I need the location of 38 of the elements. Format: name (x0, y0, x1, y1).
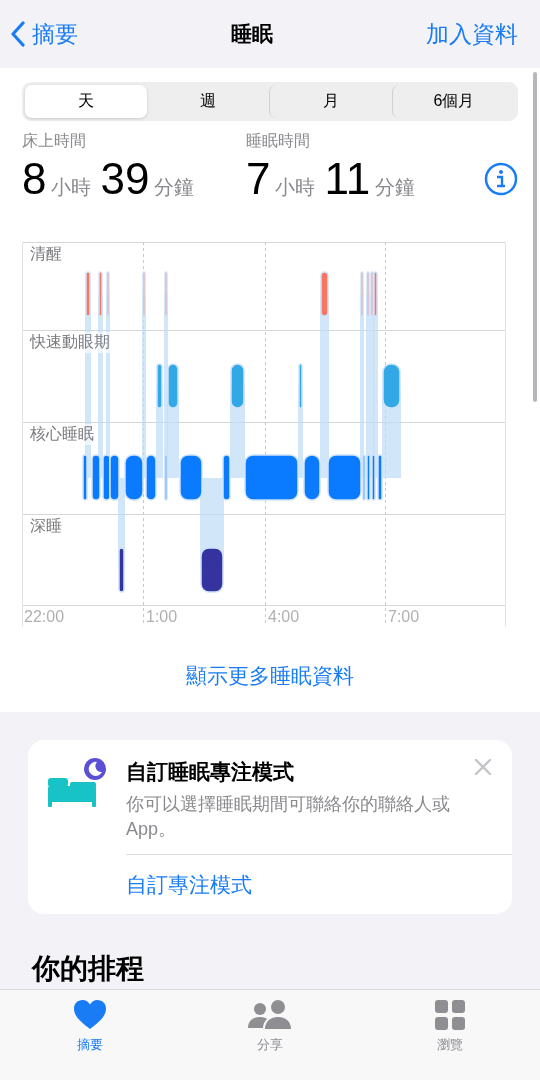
back-button[interactable]: 摘要 (10, 18, 78, 50)
tab-bar-item[interactable]: 瀏覽 (360, 990, 540, 1080)
stat-value: 11 (324, 154, 371, 204)
stat-value: 39 (100, 154, 150, 204)
stage-label: 核心睡眠 (30, 424, 94, 445)
time-label: 22:00 (24, 608, 65, 626)
period-tab[interactable]: 月 (269, 85, 392, 118)
info-icon[interactable] (484, 162, 518, 196)
period-tab[interactable]: 天 (25, 85, 147, 118)
card-description: 你可以選擇睡眠期間可聯絡你的聯絡人或 App。 (126, 793, 451, 842)
stat-label: 睡眠時間 (246, 131, 311, 151)
time-label: 7:00 (388, 608, 420, 626)
stat-unit: 小時 (275, 175, 316, 200)
bed-icon (48, 758, 106, 808)
people-icon (248, 1000, 292, 1030)
stage-label: 快速動眼期 (30, 332, 110, 353)
customize-focus-link[interactable]: 自訂專注模式 (126, 871, 512, 900)
stat-value: 7 (246, 154, 271, 204)
stat-label: 床上時間 (22, 131, 87, 151)
stage-label: 清醒 (30, 244, 62, 265)
time-label: 1:00 (146, 608, 178, 626)
card-title: 自訂睡眠專注模式 (126, 759, 294, 785)
stat-value: 8 (22, 154, 47, 204)
period-tab[interactable]: 6個月 (392, 85, 515, 118)
back-chevron-icon (10, 21, 26, 47)
stat-unit: 分鐘 (375, 175, 416, 200)
heart-icon (74, 1000, 106, 1030)
period-tab[interactable]: 週 (147, 85, 269, 118)
stat-unit: 小時 (51, 175, 92, 200)
tab-bar-item[interactable]: 摘要 (0, 990, 180, 1080)
section-heading: 你的排程 (32, 952, 145, 986)
grid-icon (435, 1000, 465, 1030)
tab-bar-item[interactable]: 分享 (180, 990, 360, 1080)
show-more-link[interactable]: 顯示更多睡眠資料 (22, 662, 518, 690)
screen-title: 睡眠 (231, 21, 273, 47)
add-data-button[interactable]: 加入資料 (426, 18, 518, 50)
stat-unit: 分鐘 (154, 175, 195, 200)
time-label: 4:00 (268, 608, 300, 626)
